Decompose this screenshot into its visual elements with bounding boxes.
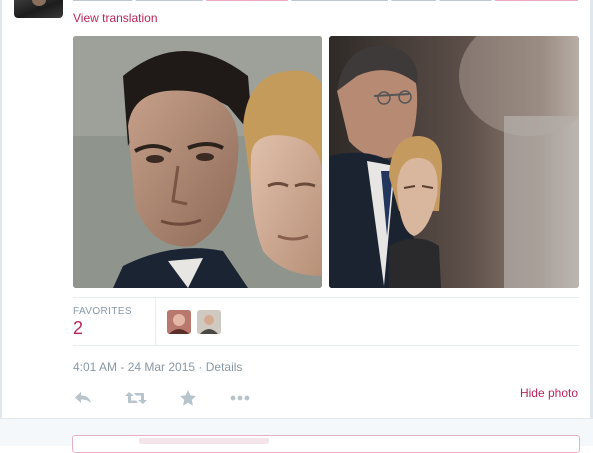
tweet-photo-left[interactable] [73,36,322,288]
favoriter-avatar-image [167,310,191,334]
mention-link[interactable]: ━━━━━━━━━━━ [206,0,288,5]
tweet-text-cropped: ━━━━━━━━ ━━━━━━━━━ ━━━━━━━━━━━ ━━━━━━━━━… [73,0,578,5]
card-left-border [0,0,2,445]
meta-separator: · [195,360,206,374]
photo-right-illustration [329,36,579,288]
reply-input[interactable] [72,435,580,453]
photo-grid [73,36,579,288]
reply-button[interactable] [73,388,93,408]
hide-photo-link[interactable]: Hide photo [520,386,578,400]
photo-left-illustration [73,36,322,288]
favorite-icon [180,390,196,406]
favoriter-avatar[interactable] [197,310,221,334]
retweet-icon [125,392,147,404]
avatar-face [32,0,46,6]
more-button[interactable] [228,388,252,408]
tweet-timestamp-row: 4:01 AM - 24 Mar 2015 · Details [73,360,242,374]
retweet-button[interactable] [124,388,148,408]
hashtag-link[interactable]: ━━━━━━━━━━━━━━ [495,0,578,5]
reply-icon [75,392,91,403]
stats-divider-vertical [155,298,156,345]
tweet-photo-right[interactable] [329,36,579,288]
more-icon [230,395,250,401]
favoriter-avatar-image [197,310,221,334]
favorite-button[interactable] [178,388,198,408]
favoriter-avatar[interactable] [167,310,191,334]
reply-area [0,418,593,453]
favorites-label: FAVORITES [73,306,132,317]
view-translation-link[interactable]: View translation [73,11,158,25]
stats-divider-bottom [73,345,579,346]
favorites-count[interactable]: 2 [73,318,83,339]
reply-input-placeholder-cropped [139,438,269,444]
author-avatar[interactable] [14,0,63,18]
details-link[interactable]: Details [206,360,243,374]
stats-divider-top [73,297,579,298]
tweet-timestamp[interactable]: 4:01 AM - 24 Mar 2015 [73,360,195,374]
